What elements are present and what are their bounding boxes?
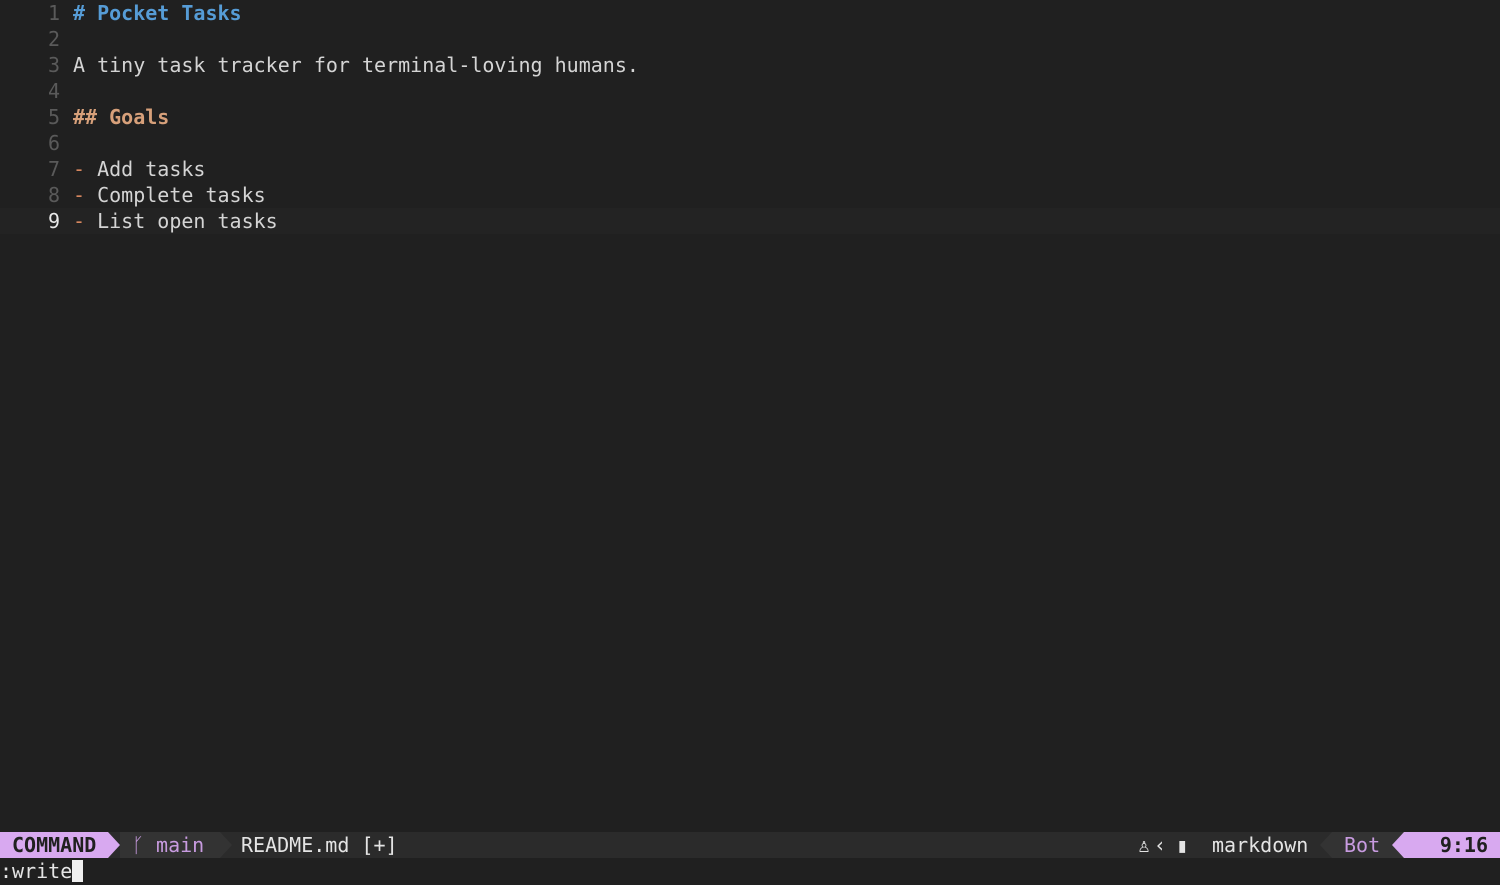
linux-icon: ♙ (1138, 833, 1151, 857)
line-text: ## Goals (73, 105, 170, 129)
editor-line[interactable]: 9- List open tasks (0, 208, 1500, 234)
cursor-block (72, 860, 84, 882)
line-text: A tiny task tracker for terminal-loving … (73, 53, 639, 77)
editor-line[interactable]: 3 A tiny task tracker for terminal-loving… (0, 52, 1500, 78)
git-branch-icon: ᚴ (132, 833, 144, 857)
git-branch-segment: ᚴ main (120, 832, 220, 858)
editor-buffer[interactable]: 1 # Pocket Tasks 2 3 A tiny task tracker for… (0, 0, 1500, 832)
line-text: List open tasks (85, 209, 278, 233)
editor-line[interactable]: 4 (0, 78, 1500, 104)
line-number: 3 (47, 53, 60, 77)
line-text: Add tasks (85, 157, 206, 181)
chevron-left-icon: ‹ (1154, 833, 1167, 857)
line-number: 8 (47, 183, 60, 207)
editor-line[interactable]: 1 # Pocket Tasks (0, 0, 1500, 26)
cursor-position: 9:16 (1404, 832, 1500, 858)
editor-line[interactable]: 5 ## Goals (0, 104, 1500, 130)
line-number: 9 (47, 209, 60, 233)
mode-separator (108, 832, 120, 858)
line-text: - (73, 157, 86, 181)
line-text: # Pocket Tasks (73, 1, 242, 25)
editor-line[interactable]: 8- Complete tasks (0, 182, 1500, 208)
line-number: 5 (47, 105, 60, 129)
cursor-separator (1392, 832, 1404, 858)
line-text: - (73, 183, 86, 207)
filetype: markdown (1212, 833, 1309, 857)
line-number: 2 (47, 27, 60, 51)
git-branch-name: main (156, 833, 205, 857)
line-text: - (73, 209, 86, 233)
terminal-screen: 1 # Pocket Tasks 2 3 A tiny task tracker for… (0, 0, 1500, 885)
command-text: :write (0, 859, 73, 883)
line-number: 6 (47, 131, 60, 155)
line-number: 4 (47, 79, 60, 103)
line-text: Complete tasks (85, 183, 266, 207)
line-number: 1 (47, 1, 60, 25)
filename: README.md [+] (241, 833, 398, 857)
command-line[interactable]: :write (0, 858, 1500, 885)
mode-indicator: COMMAND (0, 832, 108, 858)
branch-separator (220, 832, 232, 858)
line-number: 7 (47, 157, 60, 181)
file-icon: ▮ (1176, 833, 1189, 857)
editor-line[interactable]: 2 (0, 26, 1500, 52)
fileformat-segment: ♙ ‹ ▮ (1138, 832, 1188, 858)
editor-line[interactable]: 7- Add tasks (0, 156, 1500, 182)
statusline: COMMAND ᚴ main README.md [+] ♙ ‹ ▮ markdow… (0, 832, 1500, 858)
editor-line[interactable]: 6 (0, 130, 1500, 156)
scroll-separator (1320, 832, 1332, 858)
